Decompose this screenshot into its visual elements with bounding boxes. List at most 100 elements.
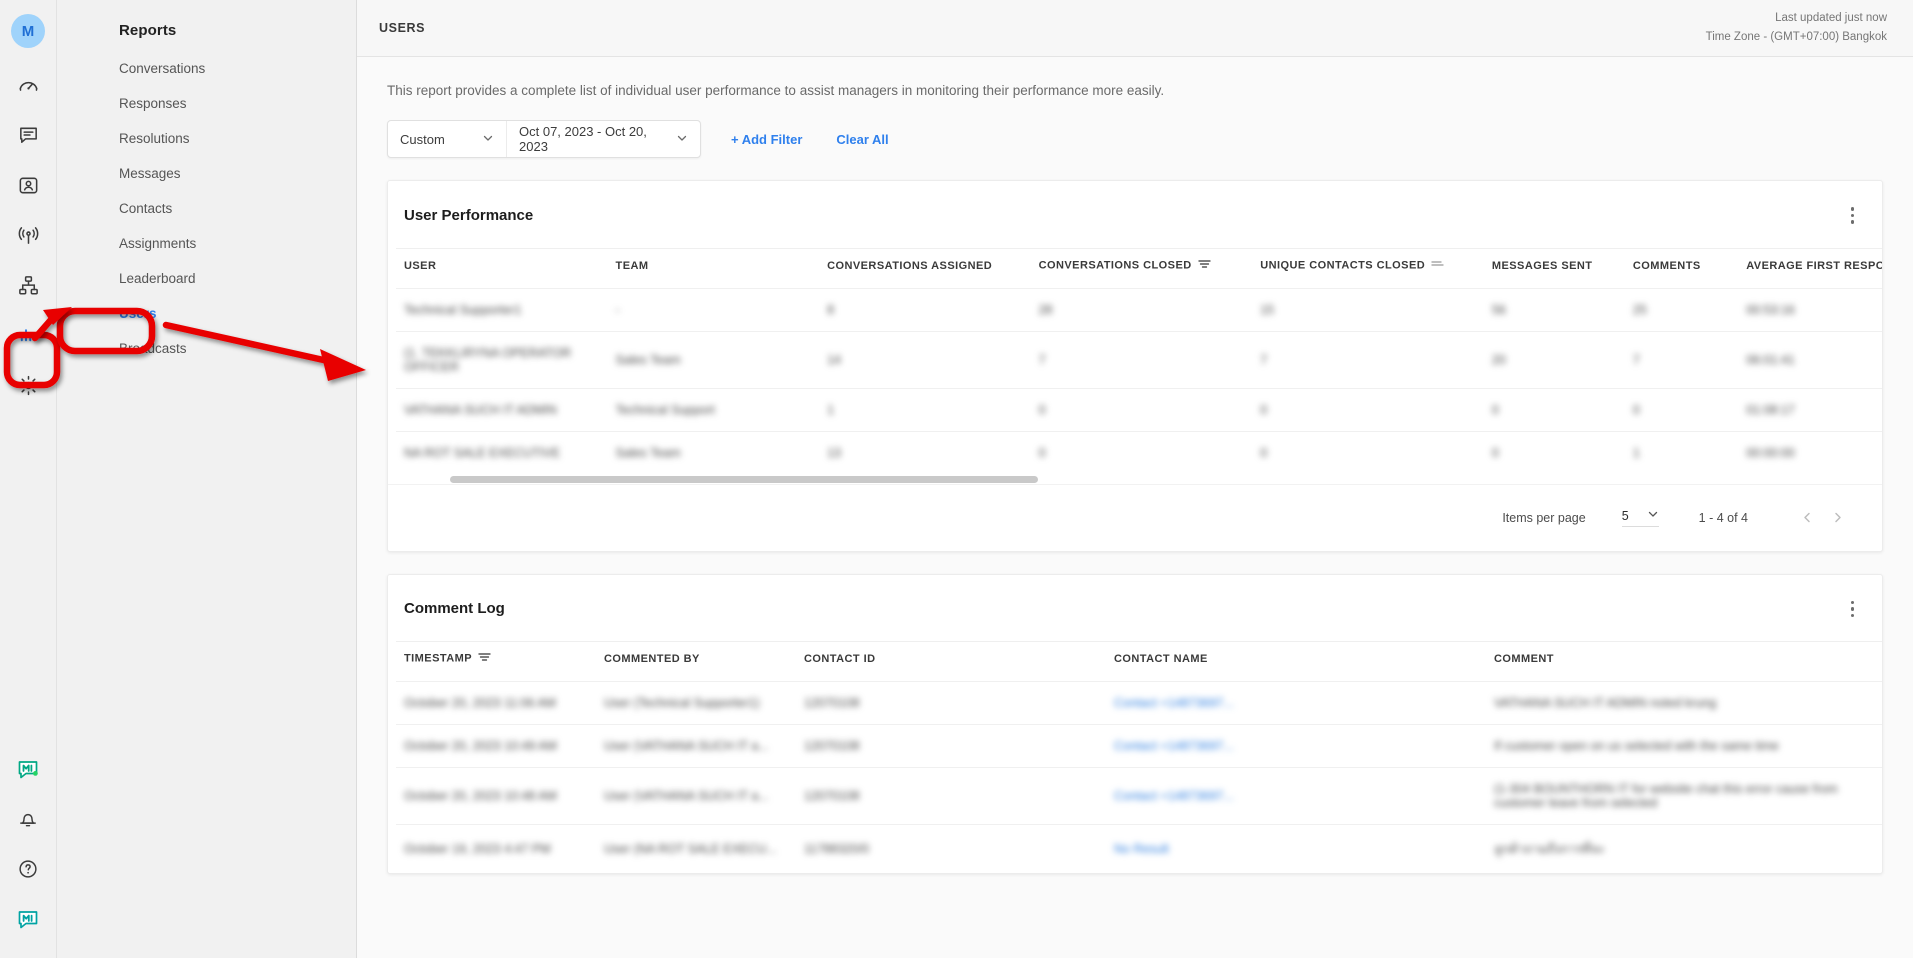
cell-contact-name[interactable]: Contact +14873697...: [1106, 724, 1486, 768]
cell-team: -: [607, 287, 820, 331]
col-team[interactable]: TEAM: [607, 247, 820, 288]
next-page-button[interactable]: [1822, 503, 1852, 533]
cell-user: NA ROT SALE EXECUTIVE: [396, 430, 608, 474]
comment-log-body: October 20, 2023 11:06 AM User (Technica…: [396, 681, 1882, 873]
table-row[interactable]: NA ROT SALE EXECUTIVE Sales Team 13 0 0 …: [396, 430, 1882, 474]
filter-bar: Custom Oct 07, 2023 - Oct 20, 2023 + Add…: [357, 98, 1913, 158]
workflow-icon[interactable]: [7, 264, 49, 306]
date-range-select[interactable]: Oct 07, 2023 - Oct 20, 2023: [506, 121, 700, 157]
table-row[interactable]: (1. TEKKLIRYNA OPERATOR OFFICER Sales Te…: [396, 330, 1882, 388]
speedometer-icon[interactable]: [7, 64, 49, 106]
chat-bubble-icon[interactable]: [7, 114, 49, 156]
user-performance-card: User Performance USER TEAM CONVERSATIONS…: [387, 180, 1883, 552]
sort-icon[interactable]: [478, 652, 491, 665]
table-row[interactable]: VATHANA SUCH IT ADMIN Technical Support …: [396, 387, 1882, 431]
sidebar-item-messages[interactable]: Messages: [57, 156, 356, 191]
last-updated-text: Last updated just now: [1775, 12, 1887, 24]
cell-contact-name[interactable]: Contact +14873697...: [1106, 681, 1486, 725]
cell-unique-contacts-closed: 0: [1252, 387, 1484, 431]
cell-contact-id: 12070108: [796, 681, 1106, 725]
col-messages-sent-label: MESSAGES SENT: [1491, 259, 1593, 272]
col-comments[interactable]: COMMENTS: [1624, 247, 1739, 288]
col-unique-contacts-closed[interactable]: UNIQUE CONTACTS CLOSED: [1252, 247, 1484, 288]
col-comment[interactable]: COMMENT: [1486, 641, 1882, 682]
sidebar-item-conversations[interactable]: Conversations: [57, 51, 356, 86]
items-per-page-value: 5: [1621, 508, 1629, 523]
cell-team: Sales Team: [607, 330, 820, 388]
cell-team: Sales Team: [607, 430, 820, 474]
col-comments-label: COMMENTS: [1632, 259, 1701, 272]
sidebar-item-contacts[interactable]: Contacts: [57, 191, 356, 226]
cell-avg-first-response-time: 06:01:41: [1738, 330, 1882, 388]
bell-icon[interactable]: [7, 798, 49, 840]
table-row[interactable]: October 20, 2023 10:48 AM User (VATHANA …: [396, 767, 1882, 825]
col-commented-by[interactable]: COMMENTED BY: [596, 641, 796, 682]
avatar[interactable]: M: [11, 14, 45, 48]
comment-log-card: Comment Log TIMESTAMP COMMENTED BY CONTA…: [387, 573, 1883, 874]
sidebar-item-responses[interactable]: Responses: [57, 86, 356, 121]
cell-comments: 25: [1624, 287, 1739, 331]
clear-all-button[interactable]: Clear All: [836, 132, 888, 147]
sort-icon[interactable]: [1197, 259, 1211, 272]
sidebar-item-assignments[interactable]: Assignments: [57, 226, 356, 261]
col-timestamp[interactable]: TIMESTAMP: [396, 641, 596, 682]
more-options-icon[interactable]: [1845, 203, 1861, 228]
sort-icon[interactable]: [1431, 259, 1444, 272]
cell-contact-id: 11788320/0: [796, 824, 1106, 873]
report-description: This report provides a complete list of …: [387, 83, 1165, 98]
cell-contact-id: 12070108: [796, 724, 1106, 768]
cell-unique-contacts-closed: 0: [1252, 430, 1484, 474]
sidebar-item-users[interactable]: Users: [57, 296, 356, 331]
comment-log-title: Comment Log: [404, 600, 505, 618]
col-unique-contacts-closed-label: UNIQUE CONTACTS CLOSED: [1260, 258, 1426, 271]
col-conversations-assigned[interactable]: CONVERSATIONS ASSIGNED: [819, 247, 1031, 288]
sidebar-item-broadcasts[interactable]: Broadcasts: [57, 331, 356, 366]
cell-messages-sent: 20: [1483, 330, 1625, 388]
col-commented-by-label: COMMENTED BY: [604, 653, 700, 665]
horizontal-scrollbar[interactable]: [388, 473, 1882, 484]
period-select[interactable]: Custom: [388, 121, 506, 157]
cell-timestamp: October 20, 2023 11:06 AM: [396, 681, 596, 725]
table-row[interactable]: October 20, 2023 11:06 AM User (Technica…: [396, 681, 1882, 725]
cell-conversations-closed: 0: [1030, 387, 1253, 431]
sidebar-item-leaderboard[interactable]: Leaderboard: [57, 261, 356, 296]
more-options-icon[interactable]: [1845, 597, 1861, 622]
cell-conversations-assigned: 13: [819, 430, 1031, 474]
col-comment-label: COMMENT: [1494, 653, 1554, 665]
cell-commented-by: User (NA ROT SALE EXECU...: [596, 824, 796, 873]
filter-group: Custom Oct 07, 2023 - Oct 20, 2023: [387, 120, 701, 158]
table-row[interactable]: Technical Supporter1 - 8 28 15 56 25 00:…: [396, 287, 1882, 331]
cell-unique-contacts-closed: 7: [1252, 330, 1484, 388]
table-row[interactable]: October 19, 2023 4:47 PM User (NA ROT SA…: [396, 824, 1882, 873]
cell-team: Technical Support: [607, 387, 820, 431]
col-user[interactable]: USER: [396, 247, 608, 288]
cell-avg-first-response-time: 00:53:16: [1738, 287, 1882, 331]
col-avg-first-response-time[interactable]: AVERAGE FIRST RESPONSE TIM: [1738, 247, 1882, 288]
broadcast-icon[interactable]: [7, 214, 49, 256]
user-performance-title: User Performance: [404, 206, 534, 224]
sidebar-item-resolutions[interactable]: Resolutions: [57, 121, 356, 156]
cell-contact-name[interactable]: No Result: [1106, 824, 1486, 873]
app-logo-icon[interactable]: [7, 748, 49, 790]
col-timestamp-label: TIMESTAMP: [404, 652, 473, 665]
add-filter-button[interactable]: + Add Filter: [731, 132, 802, 147]
messenger-logo-icon[interactable]: [7, 898, 49, 940]
previous-page-button[interactable]: [1792, 503, 1822, 533]
table-row[interactable]: October 20, 2023 10:49 AM User (VATHANA …: [396, 724, 1882, 768]
items-per-page-select[interactable]: 5: [1621, 508, 1659, 527]
bar-chart-icon[interactable]: [7, 314, 49, 356]
gear-icon[interactable]: [7, 364, 49, 406]
col-conversations-closed[interactable]: CONVERSATIONS CLOSED: [1030, 247, 1253, 288]
col-contact-id[interactable]: CONTACT ID: [796, 641, 1106, 682]
cell-conversations-assigned: 1: [819, 387, 1031, 431]
contact-card-icon[interactable]: [7, 164, 49, 206]
cell-user: VATHANA SUCH IT ADMIN: [396, 387, 608, 431]
question-mark-icon[interactable]: [7, 848, 49, 890]
cell-comment: ลูกค้าถามถึงการที่จะ: [1486, 824, 1882, 873]
cell-comments: 7: [1624, 330, 1739, 388]
col-contact-name[interactable]: CONTACT NAME: [1106, 641, 1486, 682]
col-messages-sent[interactable]: MESSAGES SENT: [1483, 247, 1625, 288]
cell-messages-sent: 0: [1483, 430, 1625, 474]
scrollbar-thumb[interactable]: [450, 475, 1038, 483]
cell-contact-name[interactable]: Contact +14873697...: [1106, 767, 1486, 825]
